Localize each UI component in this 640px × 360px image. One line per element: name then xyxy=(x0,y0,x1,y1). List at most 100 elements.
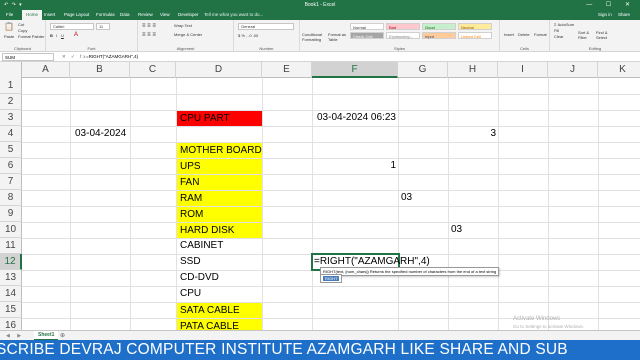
cell-d10[interactable]: HARD DISK xyxy=(177,223,262,238)
cell-d16[interactable]: PATA CABLE xyxy=(177,319,262,330)
tab-insert[interactable]: Insert xyxy=(44,12,55,17)
style-check-cell[interactable]: Check Cell xyxy=(350,32,384,39)
row-header-3[interactable]: 3 xyxy=(0,110,22,126)
column-header-a[interactable]: A xyxy=(22,62,70,78)
bold-button[interactable]: B xyxy=(50,33,53,38)
copy-button[interactable]: Copy xyxy=(18,28,27,33)
row-header-7[interactable]: 7 xyxy=(0,174,22,190)
italic-button[interactable]: I xyxy=(56,33,57,38)
column-header-d[interactable]: D xyxy=(176,62,262,78)
row-header-10[interactable]: 10 xyxy=(0,222,22,238)
tab-review[interactable]: Review xyxy=(138,12,153,17)
column-header-g[interactable]: G xyxy=(398,62,448,78)
row-header-13[interactable]: 13 xyxy=(0,270,22,286)
font-color-icon[interactable]: A xyxy=(74,32,78,38)
tab-file[interactable]: File xyxy=(6,12,13,17)
style-input[interactable]: Input xyxy=(422,32,456,39)
name-box[interactable]: SUM xyxy=(2,53,54,61)
row-header-15[interactable]: 15 xyxy=(0,302,22,318)
style-explanatory[interactable]: Explanatory... xyxy=(386,32,420,39)
delete-cells-button[interactable]: Delete xyxy=(518,32,530,37)
format-cells-button[interactable]: Format xyxy=(534,32,547,37)
align-bottom-icons[interactable]: ≡ ≡ ≡ xyxy=(142,32,156,38)
cell-d9[interactable]: ROM xyxy=(177,207,262,222)
insert-cells-button[interactable]: Insert xyxy=(504,32,514,37)
conditional-formatting-button[interactable]: Conditional Formatting xyxy=(302,32,326,42)
style-normal[interactable]: Normal xyxy=(350,23,384,30)
cell-d12[interactable]: SSD xyxy=(177,254,262,270)
row-header-4[interactable]: 4 xyxy=(0,126,22,142)
worksheet-grid[interactable]: A B C D E F G H I J K 1 2 3 4 5 6 7 8 9 … xyxy=(0,62,640,330)
autosum-button[interactable]: Σ AutoSum xyxy=(554,22,574,27)
number-format-icons[interactable]: $ % , .0 .00 xyxy=(238,33,258,38)
paste-icon[interactable]: 📋 xyxy=(4,22,14,31)
cell-d15[interactable]: SATA CABLE xyxy=(177,303,262,318)
autocomplete-item-right[interactable]: RIGHT xyxy=(323,276,340,281)
row-header-16[interactable]: 16 xyxy=(0,318,22,330)
cell-d7[interactable]: FAN xyxy=(177,175,262,190)
cut-button[interactable]: Cut xyxy=(18,22,24,27)
cell-d14[interactable]: CPU xyxy=(177,286,262,302)
column-header-c[interactable]: C xyxy=(130,62,176,78)
cell-b4[interactable]: 03-04-2024 xyxy=(72,126,130,142)
font-size-select[interactable]: 11 xyxy=(96,23,110,30)
sort-filter-button[interactable]: Sort & Filter xyxy=(578,30,594,40)
row-header-9[interactable]: 9 xyxy=(0,206,22,222)
format-painter-button[interactable]: Format Painter xyxy=(18,34,44,39)
row-header-2[interactable]: 2 xyxy=(0,94,22,110)
fill-button[interactable]: Fill xyxy=(554,28,559,33)
clear-button[interactable]: Clear xyxy=(554,34,564,39)
tab-developer[interactable]: Developer xyxy=(178,12,199,17)
row-header-14[interactable]: 14 xyxy=(0,286,22,302)
style-linked-cell[interactable]: Linked Cell xyxy=(458,32,492,39)
cell-d8[interactable]: RAM xyxy=(177,191,262,206)
row-header-6[interactable]: 6 xyxy=(0,158,22,174)
sign-in-link[interactable]: Sign in xyxy=(598,12,612,17)
tell-me-search[interactable]: Tell me what you want to do... xyxy=(204,12,263,17)
style-neutral[interactable]: Neutral xyxy=(458,23,492,30)
cell-g8[interactable]: 03 xyxy=(398,190,448,206)
column-header-h[interactable]: H xyxy=(448,62,498,78)
cell-d13[interactable]: CD-DVD xyxy=(177,270,262,286)
tab-formulas[interactable]: Formulas xyxy=(96,12,115,17)
tab-page-layout[interactable]: Page Layout xyxy=(64,12,89,17)
row-header-11[interactable]: 11 xyxy=(0,238,22,254)
select-all-corner[interactable] xyxy=(0,62,22,78)
sheet-nav-arrows[interactable]: ◀ ▶ xyxy=(6,333,24,339)
row-header-8[interactable]: 8 xyxy=(0,190,22,206)
row-header-1[interactable]: 1 xyxy=(0,78,22,94)
tab-data[interactable]: Data xyxy=(120,12,130,17)
paste-button[interactable]: Paste xyxy=(4,34,14,39)
format-as-table-button[interactable]: Format as Table xyxy=(328,32,346,42)
tab-view[interactable]: View xyxy=(160,12,170,17)
column-header-i[interactable]: I xyxy=(498,62,548,78)
column-header-j[interactable]: J xyxy=(548,62,598,78)
align-icons[interactable]: ≡ ≡ ≡ xyxy=(142,23,156,29)
column-header-b[interactable]: B xyxy=(70,62,130,78)
row-header-5[interactable]: 5 xyxy=(0,142,22,158)
column-header-e[interactable]: E xyxy=(262,62,312,78)
column-header-f[interactable]: F xyxy=(312,62,398,78)
share-button[interactable]: Share xyxy=(618,12,630,17)
cell-f6[interactable]: 1 xyxy=(312,158,398,174)
find-select-button[interactable]: Find & Select xyxy=(596,30,614,40)
cell-d5[interactable]: MOTHER BOARD xyxy=(177,143,262,158)
tab-home[interactable]: Home xyxy=(22,10,43,20)
function-autocomplete[interactable]: RIGHT xyxy=(320,274,343,283)
formula-input[interactable]: =RIGHT("AZAMGARH",4) xyxy=(86,53,138,61)
cell-d6[interactable]: UPS xyxy=(177,159,262,174)
cell-f3[interactable]: 03-04-2024 06:23 xyxy=(314,110,398,126)
window-controls[interactable]: — ☐ ✕ xyxy=(586,1,636,8)
merge-center-button[interactable]: Merge & Center xyxy=(174,32,202,37)
column-header-k[interactable]: K xyxy=(598,62,640,78)
underline-button[interactable]: U xyxy=(61,33,64,38)
number-format-select[interactable]: General xyxy=(238,23,294,30)
cell-d11[interactable]: CABINET xyxy=(177,238,262,254)
add-sheet-icon[interactable]: ⊕ xyxy=(60,332,65,339)
font-name-select[interactable]: Calibri xyxy=(50,23,94,30)
wrap-text-button[interactable]: Wrap Text xyxy=(174,23,192,28)
cell-h10[interactable]: 03 xyxy=(448,222,498,238)
row-header-12[interactable]: 12 xyxy=(0,254,22,270)
style-bad[interactable]: Bad xyxy=(386,23,420,30)
cell-d3[interactable]: CPU PART xyxy=(177,111,262,126)
